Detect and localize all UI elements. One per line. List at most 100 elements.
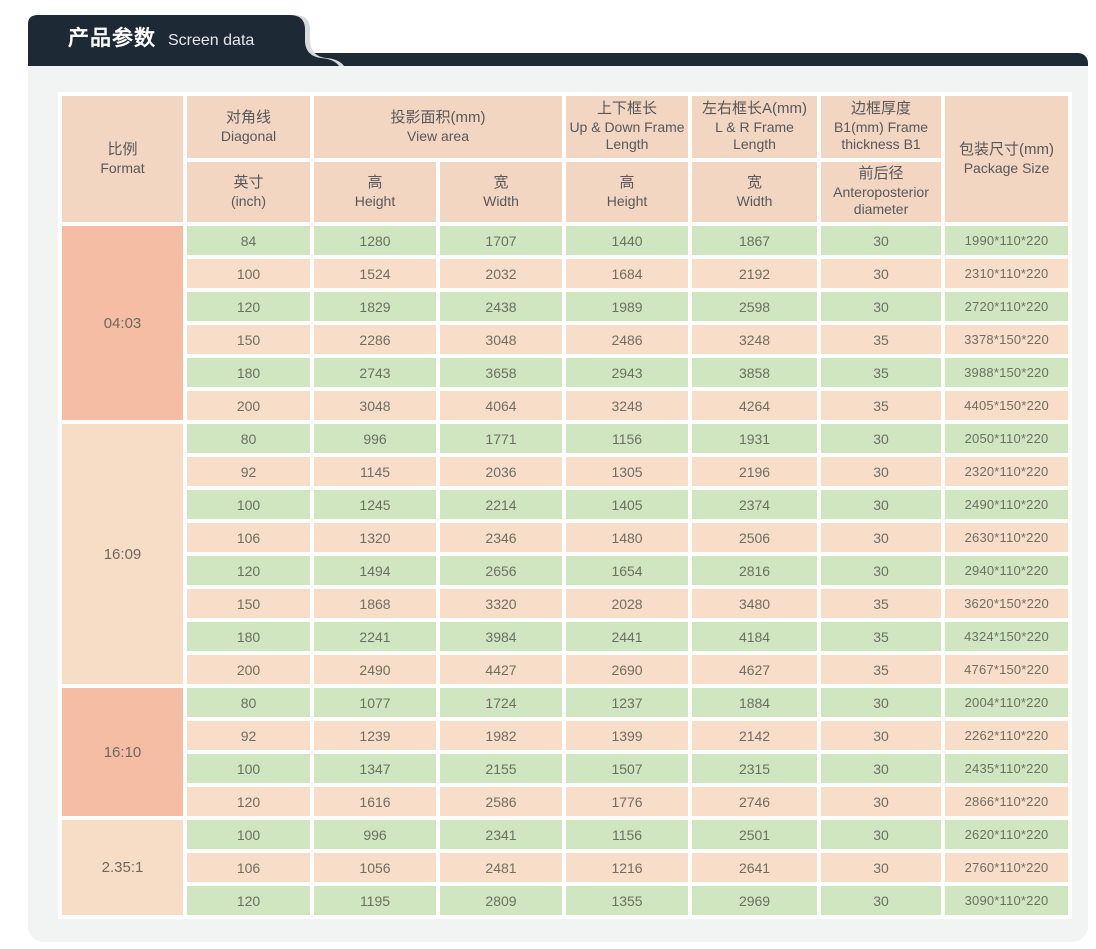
table-row: 100 1347 2155 1507 2315 30 2435*110*220	[62, 754, 1069, 783]
data-cell: 1684	[566, 259, 689, 288]
data-cell: 1616	[314, 787, 436, 816]
data-cell: 1405	[566, 490, 689, 519]
data-cell: 1145	[314, 457, 436, 486]
subheader-frame-width: 宽 Width	[692, 162, 818, 222]
data-cell: 1347	[314, 754, 436, 783]
data-cell: 100	[187, 259, 310, 288]
data-cell: 120	[187, 886, 310, 915]
package-size-cell: 3620*150*220	[945, 589, 1069, 618]
subheader-inch-zh: 英寸	[233, 173, 264, 191]
table-row: 2.35:1 100 996 2341 1156 2501 30 2620*110*220	[62, 820, 1069, 915]
data-cell: 3658	[440, 358, 563, 387]
table-row: 100 1245 2214 1405 2374 30 2490*110*220	[62, 490, 1069, 519]
data-cell: 2142	[692, 721, 818, 750]
data-cell: 92	[187, 457, 310, 486]
data-cell: 84	[187, 226, 310, 255]
col-header-package: 包装尺寸(mm) Package Size	[945, 96, 1069, 222]
data-cell: 1305	[566, 457, 689, 486]
data-cell: 1399	[566, 721, 689, 750]
data-cell: 1355	[566, 886, 689, 915]
data-cell: 35	[821, 655, 942, 684]
package-size-cell: 2620*110*220	[945, 820, 1069, 849]
data-cell: 1280	[314, 226, 436, 255]
data-cell: 35	[821, 325, 942, 354]
table-body: 04:03 84 1280 1707 1440 1867 30 1990*110*220 100…	[62, 226, 1069, 915]
data-cell: 1494	[314, 556, 436, 585]
data-cell: 3984	[440, 622, 563, 651]
package-size-cell: 1990*110*220	[945, 226, 1069, 255]
data-cell: 3858	[692, 358, 818, 387]
banner-title-zh: 产品参数	[68, 27, 156, 50]
subheader-view-height: 高 Height	[314, 162, 436, 222]
data-cell: 30	[821, 523, 942, 552]
data-cell: 1771	[440, 424, 563, 453]
data-cell: 200	[187, 655, 310, 684]
data-cell: 2196	[692, 457, 818, 486]
data-cell: 200	[187, 391, 310, 420]
banner-title-en: Screen data	[168, 32, 255, 49]
col-header-thickness-en: B1(mm) Frame thickness B1	[833, 118, 929, 153]
data-cell: 30	[821, 721, 942, 750]
data-cell: 1654	[566, 556, 689, 585]
package-size-cell: 2050*110*220	[945, 424, 1069, 453]
data-cell: 30	[821, 820, 942, 849]
data-cell: 180	[187, 622, 310, 651]
col-header-lr-en: L & R Frame Length	[715, 118, 794, 153]
data-cell: 2028	[566, 589, 689, 618]
data-cell: 1237	[566, 688, 689, 717]
data-cell: 30	[821, 556, 942, 585]
data-cell: 2481	[440, 853, 563, 882]
data-cell: 1989	[566, 292, 689, 321]
col-header-thickness-zh: 边框厚度	[851, 100, 912, 118]
data-cell: 30	[821, 490, 942, 519]
subheader-frame-height-en: Height	[606, 192, 648, 209]
data-cell: 2346	[440, 523, 563, 552]
table-row: 180 2241 3984 2441 4184 35 4324*150*220	[62, 622, 1069, 651]
col-header-lr-zh: 左右框长A(mm)	[702, 100, 808, 118]
col-header-package-en: Package Size	[963, 159, 1050, 176]
table-row: 106 1056 2481 1216 2641 30 2760*110*220	[62, 853, 1069, 882]
data-cell: 30	[821, 292, 942, 321]
subheader-anteroposterior-zh: 前后径	[858, 165, 904, 183]
package-size-cell: 4324*150*220	[945, 622, 1069, 651]
data-cell: 2155	[440, 754, 563, 783]
data-cell: 2656	[440, 556, 563, 585]
data-cell: 1056	[314, 853, 436, 882]
col-header-format-en: Format	[100, 159, 145, 176]
package-size-cell: 2630*110*220	[945, 523, 1069, 552]
col-header-format-zh: 比例	[107, 140, 138, 158]
package-size-cell: 3988*150*220	[945, 358, 1069, 387]
package-size-cell: 4767*150*220	[945, 655, 1069, 684]
data-cell: 106	[187, 853, 310, 882]
content-panel: 产品参数 Screen data 比例 Format 对角线 Diagonal	[28, 15, 1088, 942]
data-cell: 2214	[440, 490, 563, 519]
col-header-view-area-en: View area	[407, 127, 470, 144]
table-row: 120 1829 2438 1989 2598 30 2720*110*220	[62, 292, 1069, 321]
data-cell: 30	[821, 886, 942, 915]
data-cell: 1507	[566, 754, 689, 783]
data-cell: 2490	[314, 655, 436, 684]
data-cell: 1724	[440, 688, 563, 717]
data-cell: 2192	[692, 259, 818, 288]
data-cell: 2641	[692, 853, 818, 882]
data-cell: 1156	[566, 424, 689, 453]
data-cell: 150	[187, 589, 310, 618]
subheader-view-width-en: Width	[483, 192, 519, 209]
screen-data-sheet: 产品参数 Screen data 比例 Format 对角线 Diagonal	[0, 0, 1096, 949]
col-header-package-zh: 包装尺寸(mm)	[959, 140, 1054, 158]
data-cell: 1216	[566, 853, 689, 882]
data-cell: 1776	[566, 787, 689, 816]
data-cell: 1480	[566, 523, 689, 552]
data-cell: 2441	[566, 622, 689, 651]
data-cell: 2286	[314, 325, 436, 354]
data-cell: 4184	[692, 622, 818, 651]
table-row: 120 1616 2586 1776 2746 30 2866*110*220	[62, 787, 1069, 816]
col-header-thickness: 边框厚度 B1(mm) Frame thickness B1	[821, 96, 942, 158]
format-cell: 04:03	[62, 226, 183, 420]
col-header-updown-frame: 上下框长 Up & Down Frame Length	[566, 96, 689, 158]
col-header-diagonal-zh: 对角线	[225, 108, 271, 126]
subheader-inch-en: (inch)	[230, 192, 266, 209]
data-cell: 2315	[692, 754, 818, 783]
data-cell: 4264	[692, 391, 818, 420]
package-size-cell: 2720*110*220	[945, 292, 1069, 321]
